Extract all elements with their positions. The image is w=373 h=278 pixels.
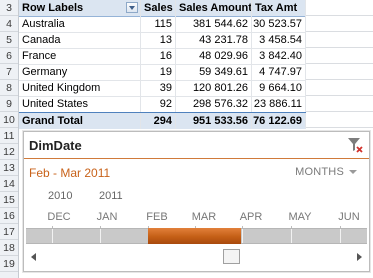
row-number[interactable]: 6 (0, 48, 18, 64)
tax-amt-cell[interactable]: 30 523.57 (252, 16, 306, 32)
grand-total-label[interactable]: Grand Total (19, 113, 141, 129)
scroll-left-arrow-icon[interactable] (28, 251, 40, 263)
row-number[interactable]: 19 (0, 256, 18, 272)
row-number[interactable]: 8 (0, 80, 18, 96)
sales-cell[interactable]: 92 (141, 96, 176, 112)
chevron-down-icon (349, 170, 357, 175)
year-label: 2010 (48, 190, 73, 202)
time-level-dropdown[interactable]: MONTHS (295, 166, 357, 178)
row-number[interactable]: 7 (0, 64, 18, 80)
tax-amt-cell[interactable]: 4 747.97 (252, 64, 306, 80)
row-number[interactable]: 15 (0, 192, 18, 208)
month-label[interactable]: DEC (36, 211, 82, 223)
sales-amount-cell[interactable]: 43 231.78 (176, 32, 252, 48)
empty-grid-area[interactable] (306, 0, 373, 130)
row-number[interactable]: 3 (0, 0, 18, 16)
sales-cell[interactable]: 39 (141, 80, 176, 96)
period-cell-divider (291, 229, 292, 243)
tax-amt-cell[interactable]: 23 886.11 (252, 96, 306, 112)
row-number[interactable]: 12 (0, 144, 18, 160)
year-label: 2011 (99, 190, 123, 202)
clear-filter-button[interactable] (346, 136, 364, 154)
month-label[interactable]: FEB (134, 211, 180, 223)
row-number[interactable]: 4 (0, 16, 18, 32)
period-ticks (24, 226, 369, 230)
month-label[interactable]: APR (228, 211, 274, 223)
row-labels-filter-button[interactable] (126, 2, 138, 13)
grand-total-tax-amt[interactable]: 76 122.69 (252, 113, 306, 129)
header-tax-amt[interactable]: Tax Amt (252, 0, 306, 16)
scroll-right-arrow-icon[interactable] (353, 251, 365, 263)
row-label[interactable]: United States (19, 96, 141, 112)
row-number[interactable]: 18 (0, 240, 18, 256)
header-sales[interactable]: Sales (141, 0, 176, 16)
month-label[interactable]: MAR (181, 211, 227, 223)
pivot-header-row: Row Labels Sales Sales Amount Tax Amt (19, 0, 306, 17)
timeline-slicer[interactable]: DimDate Feb - Mar 2011 MONTHS 2010 2011 … (23, 131, 370, 272)
scroll-thumb[interactable] (223, 249, 240, 264)
row-number[interactable]: 13 (0, 160, 18, 176)
month-label[interactable]: MAY (277, 211, 323, 223)
table-row: Australia 115 381 544.62 30 523.57 (19, 16, 306, 33)
sales-amount-cell[interactable]: 59 349.61 (176, 64, 252, 80)
row-number[interactable]: 9 (0, 96, 18, 112)
timeline-scrollbar[interactable] (26, 248, 367, 266)
sales-cell[interactable]: 16 (141, 48, 176, 64)
timeline-track[interactable] (26, 228, 367, 244)
period-cell-divider (242, 229, 243, 243)
month-label[interactable]: JUN (326, 211, 372, 223)
header-sales-amount[interactable]: Sales Amount (176, 0, 252, 16)
time-level-value: MONTHS (295, 166, 344, 178)
period-cell-divider (52, 229, 53, 243)
period-cell-divider (340, 229, 341, 243)
selected-period-range[interactable] (148, 228, 241, 244)
sales-cell[interactable]: 115 (141, 16, 176, 32)
row-header-column: 3 4 5 6 7 8 9 10 11 12 13 14 15 16 17 18… (0, 0, 19, 278)
header-row-labels[interactable]: Row Labels (19, 0, 141, 16)
slicer-title: DimDate (29, 138, 82, 153)
sales-cell[interactable]: 19 (141, 64, 176, 80)
row-number[interactable]: 17 (0, 224, 18, 240)
tax-amt-cell[interactable]: 3 842.40 (252, 48, 306, 64)
tax-amt-cell[interactable]: 3 458.54 (252, 32, 306, 48)
grand-total-row: Grand Total 294 951 533.56 76 122.69 (19, 112, 306, 129)
grand-total-sales[interactable]: 294 (141, 113, 176, 129)
period-cell-divider (100, 229, 101, 243)
sales-amount-cell[interactable]: 381 544.62 (176, 16, 252, 32)
table-row: Germany 19 59 349.61 4 747.97 (19, 64, 306, 81)
table-row: United Kingdom 39 120 801.26 9 664.10 (19, 80, 306, 97)
month-label[interactable]: JAN (84, 211, 130, 223)
row-number[interactable]: 11 (0, 128, 18, 144)
grand-total-sales-amount[interactable]: 951 533.56 (176, 113, 252, 129)
title-divider (24, 158, 369, 159)
sales-amount-cell[interactable]: 120 801.26 (176, 80, 252, 96)
row-number[interactable]: 14 (0, 176, 18, 192)
table-row: United States 92 298 576.32 23 886.11 (19, 96, 306, 113)
row-label[interactable]: Australia (19, 16, 141, 32)
clear-filter-icon (348, 138, 363, 153)
row-label[interactable]: France (19, 48, 141, 64)
tax-amt-cell[interactable]: 9 664.10 (252, 80, 306, 96)
row-label[interactable]: Germany (19, 64, 141, 80)
row-number[interactable]: 10 (0, 112, 18, 128)
sales-amount-cell[interactable]: 298 576.32 (176, 96, 252, 112)
sales-amount-cell[interactable]: 48 029.96 (176, 48, 252, 64)
row-label[interactable]: United Kingdom (19, 80, 141, 96)
row-number[interactable]: 5 (0, 32, 18, 48)
table-row: France 16 48 029.96 3 842.40 (19, 48, 306, 65)
row-label[interactable]: Canada (19, 32, 141, 48)
sales-cell[interactable]: 13 (141, 32, 176, 48)
row-number[interactable]: 16 (0, 208, 18, 224)
selected-range-label: Feb - Mar 2011 (29, 166, 111, 180)
table-row: Canada 13 43 231.78 3 458.54 (19, 32, 306, 49)
